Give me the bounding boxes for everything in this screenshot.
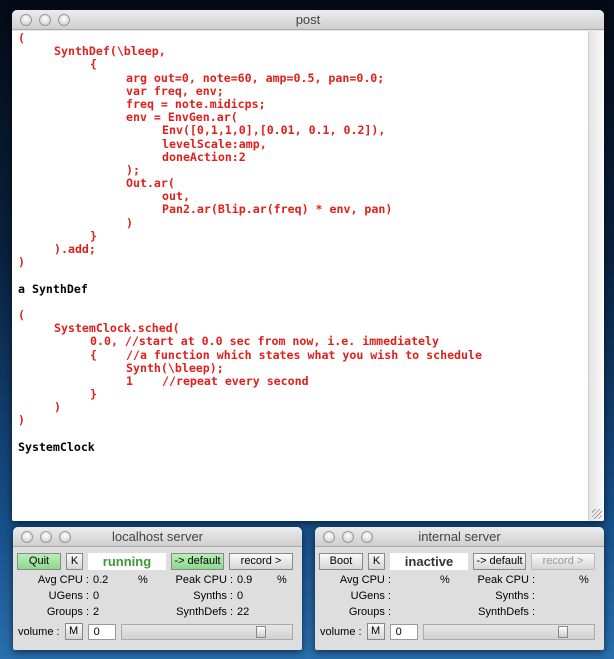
- set-default-button[interactable]: -> default: [473, 553, 526, 570]
- minimize-icon[interactable]: [39, 14, 51, 26]
- volume-number-box[interactable]: 0: [389, 623, 418, 640]
- synthdefs-label: SynthDefs :: [478, 606, 535, 618]
- synths-label: Synths :: [495, 590, 535, 602]
- peak-cpu-percent: %: [277, 574, 287, 586]
- record-button[interactable]: record >: [229, 553, 293, 570]
- close-icon[interactable]: [323, 531, 335, 543]
- peak-cpu-label: Peak CPU :: [477, 574, 535, 586]
- boot-quit-button[interactable]: Boot: [319, 553, 363, 570]
- synths-value: 0: [237, 590, 244, 602]
- synthdefs-value: 22: [237, 606, 250, 618]
- code-line: {: [18, 57, 97, 72]
- ugens-value: 0: [93, 590, 100, 602]
- server-title-bar[interactable]: localhost server: [13, 527, 302, 547]
- peak-cpu-percent: %: [579, 574, 589, 586]
- zoom-icon[interactable]: [58, 14, 70, 26]
- minimize-icon[interactable]: [40, 531, 52, 543]
- code-line: levelScale:amp,: [18, 136, 267, 151]
- post-title-bar[interactable]: post: [12, 10, 604, 30]
- close-icon[interactable]: [21, 531, 33, 543]
- code-line: ): [18, 400, 61, 415]
- slider-knob[interactable]: [557, 625, 568, 638]
- code-line: arg out=0, note=60, amp=0.5, pan=0.0;: [18, 70, 385, 85]
- code-line: 1 //repeat every second: [18, 373, 309, 388]
- volume-label: volume :: [18, 625, 60, 638]
- localhost-server-window: localhost server Quit K running -> defau…: [13, 527, 302, 650]
- resize-grip-icon[interactable]: [592, 509, 602, 519]
- mute-button[interactable]: M: [64, 623, 83, 640]
- avg-cpu-label: Avg CPU :: [339, 574, 391, 586]
- synthdefs-label: SynthDefs :: [176, 606, 233, 618]
- volume-slider[interactable]: [120, 623, 293, 640]
- avg-cpu-value: 0.2: [93, 574, 109, 586]
- code-line: }: [18, 387, 97, 402]
- mute-button[interactable]: M: [366, 623, 385, 640]
- server-status: inactive: [390, 553, 468, 570]
- code-line: SynthDef(\bleep,: [18, 44, 166, 59]
- kill-button[interactable]: K: [368, 553, 385, 570]
- synths-label: Synths :: [193, 590, 233, 602]
- record-button[interactable]: record >: [531, 553, 595, 570]
- avg-cpu-percent: %: [138, 574, 148, 586]
- minimize-icon[interactable]: [342, 531, 354, 543]
- window-title: post: [295, 12, 321, 27]
- groups-label: Groups :: [46, 606, 89, 618]
- set-default-button[interactable]: -> default: [171, 553, 224, 570]
- code-line: Pan2.ar(Blip.ar(freq) * env, pan): [18, 202, 393, 217]
- code-line: var freq, env;: [18, 83, 224, 98]
- avg-cpu-percent: %: [440, 574, 450, 586]
- code-line: Env([0,1,1,0],[0.01, 0.1, 0.2]),: [18, 123, 386, 138]
- post-text-area[interactable]: ( SynthDef(\bleep, { arg out=0, note=60,…: [12, 31, 588, 521]
- vertical-scrollbar[interactable]: [588, 31, 604, 521]
- window-title: localhost server: [111, 529, 204, 544]
- volume-number-box[interactable]: 0: [87, 623, 116, 640]
- window-title: internal server: [418, 529, 501, 544]
- peak-cpu-label: Peak CPU :: [175, 574, 233, 586]
- groups-label: Groups :: [348, 606, 391, 618]
- code-line: { //a function which states what you wis…: [18, 347, 482, 362]
- code-line: }: [18, 228, 97, 243]
- post-output-line: a SynthDef: [18, 281, 88, 296]
- code-line: doneAction:2: [18, 149, 246, 164]
- groups-value: 2: [93, 606, 100, 618]
- zoom-icon[interactable]: [361, 531, 373, 543]
- server-title-bar[interactable]: internal server: [315, 527, 604, 547]
- internal-server-window: internal server Boot K inactive -> defau…: [315, 527, 604, 650]
- zoom-icon[interactable]: [59, 531, 71, 543]
- avg-cpu-label: Avg CPU :: [37, 574, 89, 586]
- code-line: ): [18, 413, 25, 428]
- peak-cpu-value: 0.9: [237, 574, 253, 586]
- boot-quit-button[interactable]: Quit: [17, 553, 61, 570]
- code-line: ).add;: [18, 242, 96, 256]
- slider-knob[interactable]: [255, 625, 266, 638]
- volume-label: volume :: [320, 625, 362, 638]
- code-line: Synth(\bleep);: [18, 360, 224, 375]
- code-line: 0.0, //start at 0.0 sec from now, i.e. i…: [18, 334, 440, 349]
- code-line: ): [18, 215, 133, 230]
- code-line: ): [18, 255, 25, 270]
- post-window: post ( SynthDef(\bleep, { arg out=0, not…: [12, 10, 604, 521]
- post-output-line: SystemClock: [18, 439, 95, 454]
- kill-button[interactable]: K: [66, 553, 83, 570]
- close-icon[interactable]: [20, 14, 32, 26]
- volume-slider[interactable]: [422, 623, 595, 640]
- ugens-label: UGens :: [350, 590, 391, 602]
- ugens-label: UGens :: [48, 590, 89, 602]
- server-status: running: [88, 553, 166, 570]
